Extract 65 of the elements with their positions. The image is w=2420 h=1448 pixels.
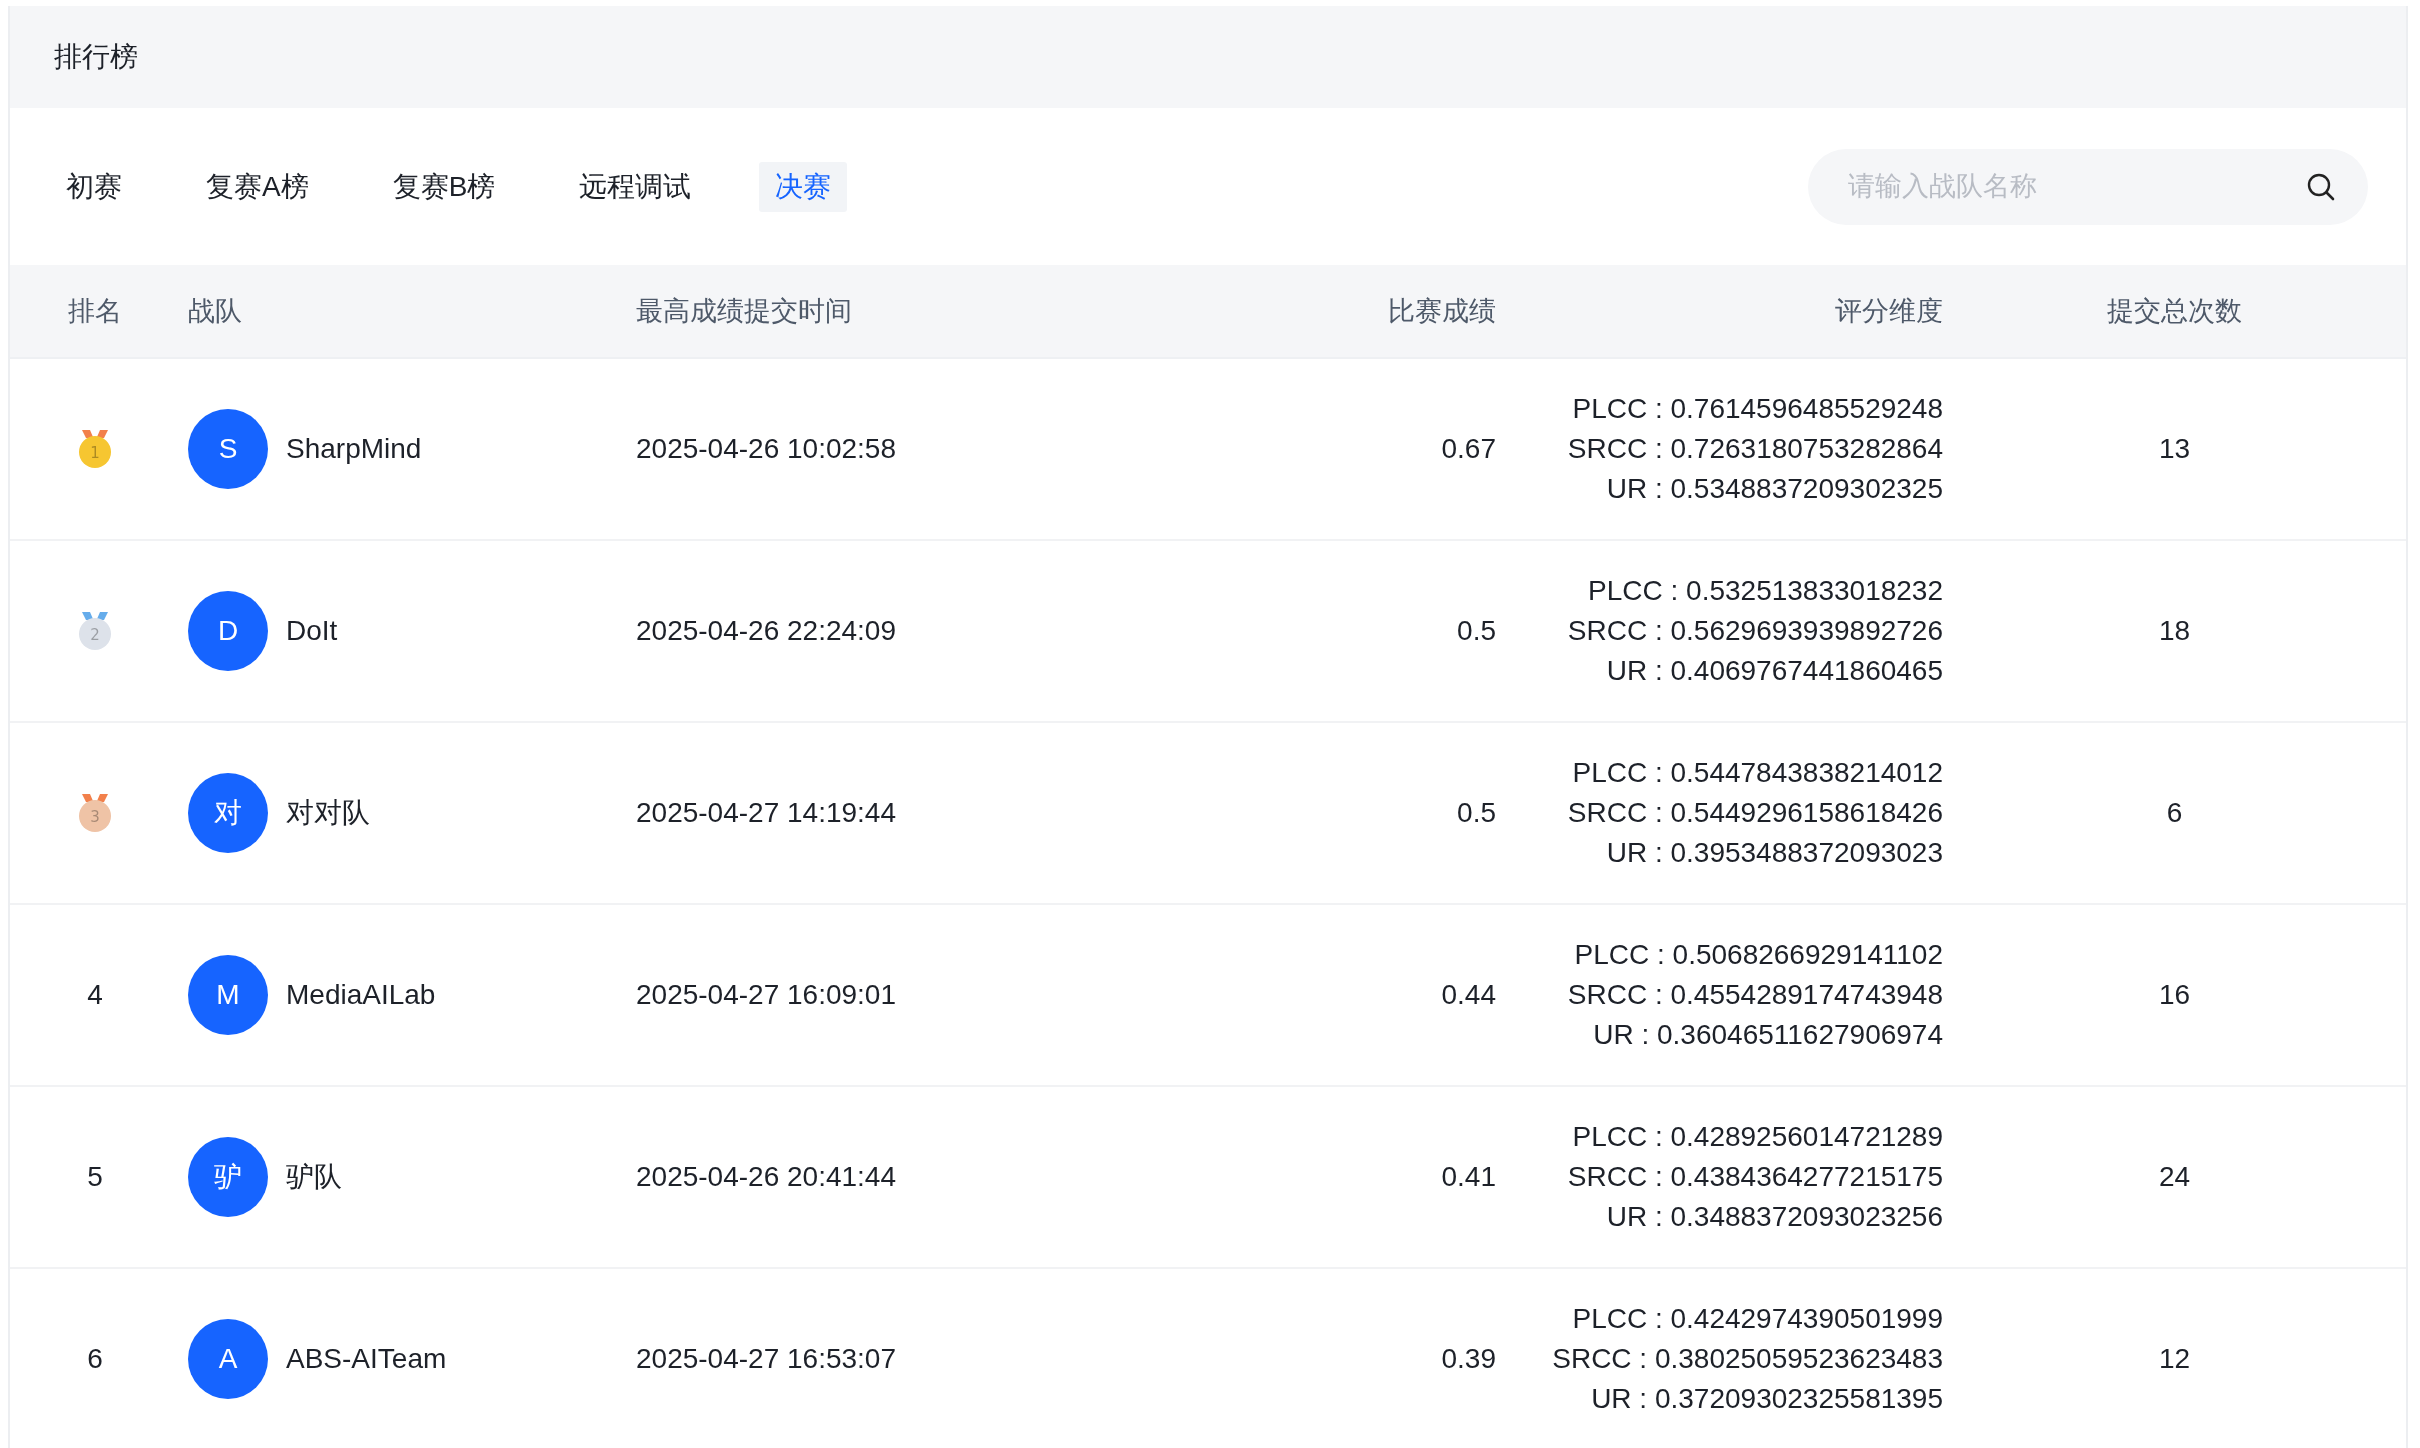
score: 0.39 <box>1441 1343 1496 1375</box>
submit-time: 2025-04-27 16:09:01 <box>636 979 896 1010</box>
tab[interactable]: 决赛 <box>759 161 848 212</box>
submit-time: 2025-04-26 10:02:58 <box>636 433 896 464</box>
team-name: ABS-AITeam <box>286 1343 447 1375</box>
team-name: 驴队 <box>286 1160 342 1194</box>
metric-value: PLCC : 0.5068266929141102 <box>1574 939 1943 971</box>
submission-count: 13 <box>2158 433 2191 465</box>
tab[interactable]: 复赛B榜 <box>376 161 512 212</box>
column-header: 战队 <box>187 295 243 328</box>
submission-count: 18 <box>2158 615 2191 647</box>
team-name: SharpMind <box>286 433 422 465</box>
metric-value: UR : 0.36046511627906974 <box>1593 1019 1943 1051</box>
score: 0.44 <box>1441 979 1496 1011</box>
rank-number: 6 <box>87 1343 103 1375</box>
metric-value: PLCC : 0.7614596485529248 <box>1572 393 1943 425</box>
metric-value: UR : 0.3953488372093023 <box>1606 837 1943 869</box>
submission-count: 12 <box>2158 1343 2191 1375</box>
team-avatar: M <box>188 955 268 1035</box>
search-icon[interactable] <box>2306 171 2336 202</box>
search-field[interactable]: 请输入战队名称 <box>1808 148 2368 225</box>
tab[interactable]: 复赛A榜 <box>190 161 325 212</box>
metric-value: SRCC : 0.7263180753282864 <box>1567 433 1943 465</box>
metric-value: SRCC : 0.38025059523623483 <box>1552 1343 1943 1375</box>
metric-value: SRCC : 0.5449296158618426 <box>1567 797 1943 829</box>
score: 0.5 <box>1457 615 1496 647</box>
rank-number: 5 <box>87 1161 103 1193</box>
column-header: 比赛成绩 <box>1387 295 1496 328</box>
column-header: 提交总次数 <box>2106 295 2243 328</box>
submit-time: 2025-04-26 20:41:44 <box>636 1161 896 1192</box>
metric-value: UR : 0.3488372093023256 <box>1606 1201 1943 1233</box>
tab[interactable]: 初赛 <box>50 161 138 212</box>
column-header: 最高成绩提交时间 <box>635 295 853 328</box>
score: 0.41 <box>1441 1161 1496 1193</box>
team-name: DoIt <box>286 615 338 647</box>
tab[interactable]: 远程调试 <box>563 161 708 212</box>
submission-count: 24 <box>2158 1161 2191 1193</box>
team-avatar: 驴 <box>188 1137 268 1217</box>
metric-value: SRCC : 0.5629693939892726 <box>1567 615 1943 647</box>
metric-value: PLCC : 0.532513833018232 <box>1588 575 1943 607</box>
submit-time: 2025-04-26 22:24:09 <box>636 615 896 646</box>
submit-time: 2025-04-27 16:53:07 <box>636 1343 896 1374</box>
score: 0.67 <box>1441 433 1496 465</box>
submission-count: 6 <box>2166 797 2183 829</box>
submit-time: 2025-04-27 14:19:44 <box>636 797 896 828</box>
rank-number: 4 <box>87 979 103 1011</box>
column-header: 排名 <box>67 295 123 328</box>
metric-value: UR : 0.4069767441860465 <box>1606 655 1943 687</box>
team-name: 对对队 <box>286 796 370 830</box>
submission-count: 16 <box>2158 979 2191 1011</box>
page-title: 排行榜 <box>54 40 138 74</box>
team-avatar: S <box>188 409 268 489</box>
metric-value: SRCC : 0.4554289174743948 <box>1567 979 1943 1011</box>
metric-value: UR : 0.5348837209302325 <box>1606 473 1943 505</box>
column-header: 评分维度 <box>1834 295 1943 328</box>
metric-value: PLCC : 0.5447843838214012 <box>1572 757 1943 789</box>
team-avatar: A <box>188 1319 268 1399</box>
team-avatar: D <box>188 591 268 671</box>
team-name: MediaAILab <box>286 979 436 1011</box>
metric-value: PLCC : 0.4242974390501999 <box>1572 1303 1943 1335</box>
metric-value: UR : 0.37209302325581395 <box>1591 1383 1943 1415</box>
score: 0.5 <box>1457 797 1496 829</box>
team-avatar: 对 <box>188 773 268 853</box>
metric-value: PLCC : 0.4289256014721289 <box>1572 1121 1943 1153</box>
metric-value: SRCC : 0.4384364277215175 <box>1567 1161 1943 1193</box>
